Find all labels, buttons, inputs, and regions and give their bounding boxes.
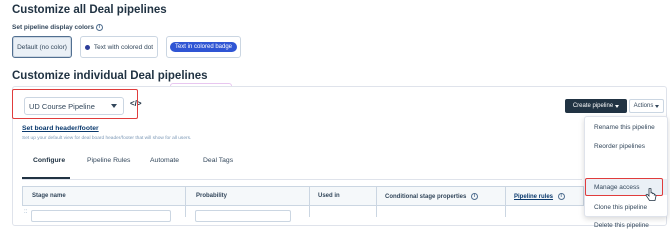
color-option-dot[interactable]: Text with colored dot xyxy=(80,36,158,58)
actions-button[interactable]: Actions xyxy=(629,99,664,113)
display-colors-label-text: Set pipeline display colors xyxy=(12,24,94,32)
actions-label: Actions xyxy=(633,103,654,109)
column-used-in: Used in xyxy=(318,193,340,199)
tab-deal-tags[interactable]: Deal Tags xyxy=(203,157,233,164)
column-conditional-stage-properties: Conditional stage properties i xyxy=(385,193,479,201)
column-divider xyxy=(185,186,186,217)
column-pipeline-rules-link[interactable]: Pipeline rules xyxy=(514,194,553,200)
column-divider xyxy=(376,186,377,217)
section-title-all-pipelines: Customize all Deal pipelines xyxy=(12,4,167,16)
color-option-badge-label: Text in colored badge xyxy=(169,42,238,52)
tab-automate[interactable]: Automate xyxy=(150,157,179,164)
set-board-header-link[interactable]: Set board header/footer xyxy=(22,125,99,132)
active-tab-indicator xyxy=(22,177,70,179)
info-icon[interactable]: i xyxy=(471,193,479,200)
menu-item-clone[interactable]: Clone this pipeline xyxy=(594,204,647,211)
display-colors-label: Set pipeline display colors i xyxy=(12,24,103,31)
column-probability: Probability xyxy=(196,193,228,199)
colored-dot-icon xyxy=(84,44,90,50)
color-option-badge[interactable]: Text in colored badge xyxy=(166,36,241,58)
column-divider xyxy=(505,186,506,217)
drag-handle-icon[interactable]: :: xyxy=(24,209,27,215)
board-header-description: Set up your default view for deal board … xyxy=(22,136,192,141)
menu-item-reorder[interactable]: Reorder pipelines xyxy=(594,143,645,150)
column-divider xyxy=(309,186,310,217)
column-conditional-label: Conditional stage properties xyxy=(385,194,467,201)
column-pipeline-rules: Pipeline rules i xyxy=(514,193,565,200)
tab-divider xyxy=(22,179,582,180)
column-stage-name: Stage name xyxy=(32,193,66,199)
stage-name-input[interactable] xyxy=(31,210,171,222)
section-title-individual-pipelines: Customize individual Deal pipelines xyxy=(12,70,208,82)
chevron-down-icon xyxy=(655,104,660,108)
probability-input[interactable] xyxy=(195,210,291,222)
create-pipeline-button[interactable]: Create pipeline xyxy=(565,99,627,113)
create-pipeline-label: Create pipeline xyxy=(572,103,614,109)
highlight-box xyxy=(12,89,138,119)
menu-item-rename[interactable]: Rename this pipeline xyxy=(594,124,655,131)
menu-item-delete[interactable]: Delete this pipeline xyxy=(594,222,649,229)
tab-pipeline-rules[interactable]: Pipeline Rules xyxy=(87,157,130,164)
color-option-dot-label: Text with colored dot xyxy=(93,43,154,51)
info-icon[interactable]: i xyxy=(557,193,565,200)
tab-configure[interactable]: Configure xyxy=(33,157,65,164)
chevron-down-icon xyxy=(615,104,620,108)
color-option-default[interactable]: Default (no color) xyxy=(12,36,72,58)
table-header xyxy=(22,186,584,206)
color-option-default-label: Default (no color) xyxy=(17,43,67,51)
hand-cursor-icon xyxy=(645,188,657,201)
info-icon[interactable]: i xyxy=(95,24,103,31)
